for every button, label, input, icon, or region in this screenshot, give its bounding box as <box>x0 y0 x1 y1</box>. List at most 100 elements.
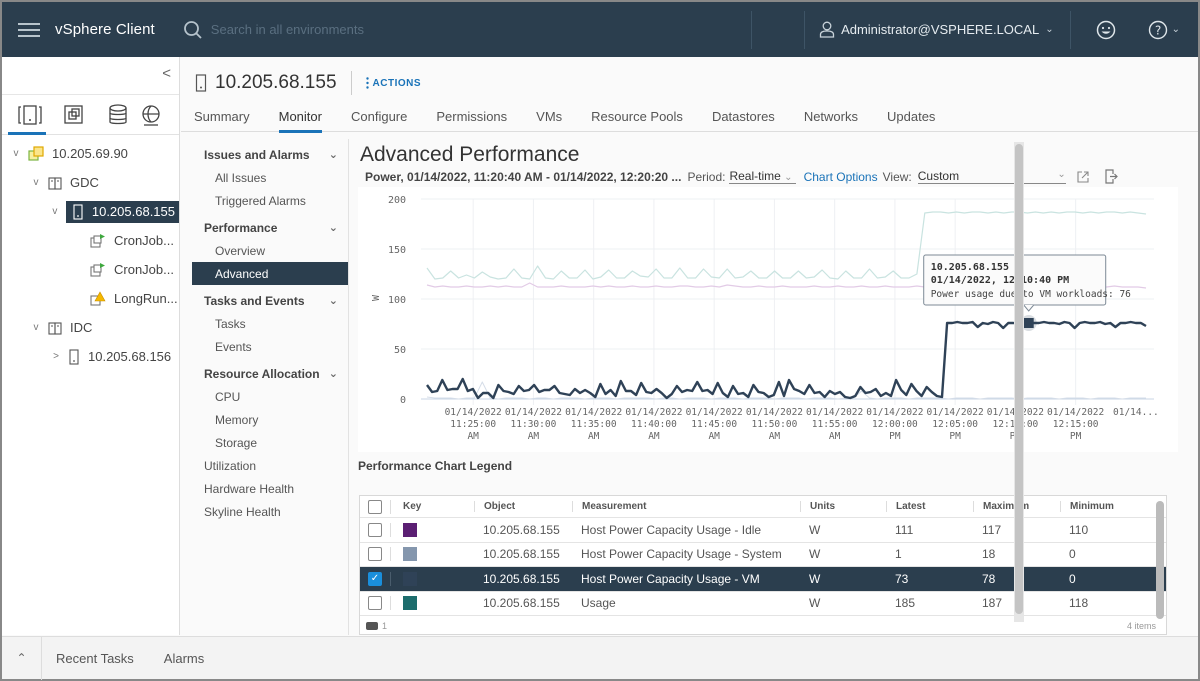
menu-icon[interactable] <box>18 22 40 37</box>
legend-row[interactable]: ✓ 10.205.68.155 Host Power Capacity Usage … <box>360 567 1166 592</box>
column-header-latest[interactable]: Latest <box>886 501 973 512</box>
menu-item-skyline-health[interactable]: Skyline Health <box>192 500 348 523</box>
tab-monitor[interactable]: Monitor <box>278 99 323 133</box>
tab-datastores[interactable]: Datastores <box>712 99 775 132</box>
row-checkbox[interactable] <box>368 547 382 562</box>
collapse-navigator-button[interactable]: < <box>2 57 179 95</box>
menu-item-events[interactable]: Events <box>192 335 348 358</box>
column-header-minimum[interactable]: Minimum <box>1060 501 1138 512</box>
column-header-units[interactable]: Units <box>800 501 886 512</box>
menu-item-overview[interactable]: Overview <box>192 239 348 262</box>
tree-node-vm[interactable]: CronJob... <box>2 255 179 284</box>
tree-node-vm[interactable]: CronJob... <box>2 226 179 255</box>
popout-icon[interactable] <box>1076 170 1090 184</box>
menu-item-storage[interactable]: Storage <box>192 431 348 454</box>
tab-hosts-and-clusters[interactable] <box>8 95 52 135</box>
alarms-tab[interactable]: Alarms <box>164 651 204 666</box>
chevron-down-icon[interactable]: v <box>50 206 60 217</box>
tree-node-vm[interactable]: LongRun... <box>2 284 179 313</box>
menu-item-tasks[interactable]: Tasks <box>192 312 348 335</box>
y-axis-label: W <box>371 294 382 301</box>
menu-item-advanced[interactable]: Advanced <box>192 262 348 285</box>
header-divider <box>804 10 806 49</box>
search-input[interactable] <box>210 22 591 37</box>
tree-node-host-selected[interactable]: v 10.205.68.155 <box>2 197 179 226</box>
tree-node-label: 10.205.68.155 <box>91 204 175 219</box>
user-menu[interactable]: Administrator@VSPHERE.LOCAL ⌄ <box>819 21 1054 38</box>
performance-chart[interactable]: 0 50 100 150 200 W 01/14/2022 11:25:00 AM 01/14/2… <box>358 187 1178 452</box>
x-tick-label: AM <box>648 431 660 442</box>
legend-row[interactable]: 10.205.68.155 Host Power Capacity Usage -… <box>360 543 1166 567</box>
column-header-object[interactable]: Object <box>474 501 572 512</box>
x-tick-label: PM <box>949 431 961 442</box>
x-tick-label: PM <box>889 431 901 442</box>
column-header-measurement[interactable]: Measurement <box>572 501 800 512</box>
row-checkbox[interactable] <box>368 522 382 537</box>
tooltip-pointer <box>1023 304 1035 312</box>
menu-item-all-issues[interactable]: All Issues <box>192 166 348 189</box>
app-title: vSphere Client <box>55 21 155 38</box>
x-tick-label: 11:30:00 <box>511 419 557 430</box>
menu-item-utilization[interactable]: Utilization <box>192 454 348 477</box>
row-checkbox[interactable]: ✓ <box>368 571 382 586</box>
panel-scrollbar[interactable] <box>1014 142 1024 622</box>
kebab-icon <box>365 77 369 89</box>
expand-panel-button[interactable]: ⌃ <box>2 636 42 680</box>
smiley-icon[interactable] <box>1096 20 1116 40</box>
cell-measurement: Host Power Capacity Usage - Idle <box>581 522 762 537</box>
x-tick-label: 11:40:00 <box>631 419 677 430</box>
global-search[interactable] <box>183 20 591 40</box>
help-menu[interactable]: ? ⌄ <box>1148 20 1180 40</box>
menu-item-triggered-alarms[interactable]: Triggered Alarms <box>192 189 348 212</box>
vcenter-icon <box>28 145 44 162</box>
legend-scrollbar[interactable] <box>1156 501 1164 619</box>
menu-group-label: Issues and Alarms <box>204 147 310 162</box>
tab-permissions[interactable]: Permissions <box>436 99 507 132</box>
tab-summary[interactable]: Summary <box>194 99 250 132</box>
series-line-host-power-capacity-usage-vm <box>426 320 1147 400</box>
column-toggle-icon[interactable] <box>366 622 378 630</box>
chevron-down-icon[interactable]: v <box>30 322 42 333</box>
row-checkbox[interactable] <box>368 596 382 611</box>
tab-vms[interactable]: VMs <box>536 99 562 132</box>
actions-button[interactable]: ACTIONS <box>365 77 422 89</box>
tree-node-vcenter[interactable]: v 10.205.69.90 <box>2 139 179 168</box>
tab-resource-pools[interactable]: Resource Pools <box>591 99 683 132</box>
period-select[interactable]: Real-time ⌄ <box>729 169 796 184</box>
menu-group-resource-allocation[interactable]: Resource Allocation ⌄ <box>192 362 348 385</box>
view-select[interactable]: Custom ⌄ <box>917 169 1066 184</box>
export-icon[interactable] <box>1104 169 1118 184</box>
select-all-checkbox[interactable] <box>368 499 382 514</box>
menu-item-cpu[interactable]: CPU <box>192 385 348 408</box>
advanced-performance-panel: Advanced Performance Power, 01/14/2022, … <box>358 139 1186 635</box>
menu-group-performance[interactable]: Performance ⌄ <box>192 216 348 239</box>
chevron-down-icon[interactable]: v <box>30 177 42 188</box>
cell-object: 10.205.68.155 <box>483 547 560 562</box>
tab-updates[interactable]: Updates <box>887 99 935 132</box>
tab-vms-and-templates[interactable] <box>52 95 96 135</box>
legend-row[interactable]: 10.205.68.155 Host Power Capacity Usage -… <box>360 518 1166 543</box>
menu-group-tasks-events[interactable]: Tasks and Events ⌄ <box>192 289 348 312</box>
tree-node-datacenter[interactable]: v GDC <box>2 168 179 197</box>
menu-item-memory[interactable]: Memory <box>192 408 348 431</box>
menu-item-hardware-health[interactable]: Hardware Health <box>192 477 348 500</box>
tab-networks[interactable]: Networks <box>804 99 858 132</box>
tab-configure[interactable]: Configure <box>351 99 407 132</box>
legend-row[interactable]: 10.205.68.155 Usage W 185 187 118 <box>360 592 1166 616</box>
chevron-right-icon[interactable]: > <box>50 351 62 362</box>
host-icon <box>68 348 80 365</box>
column-header-key[interactable]: Key <box>390 499 474 514</box>
period-value: Real-time <box>729 169 781 183</box>
series-key <box>390 571 474 586</box>
menu-group-issues-alarms[interactable]: Issues and Alarms ⌄ <box>192 143 348 166</box>
tree-node-host[interactable]: > 10.205.68.156 <box>2 342 179 371</box>
tab-storage[interactable] <box>96 95 140 135</box>
chart-options-link[interactable]: Chart Options <box>804 170 878 184</box>
recent-tasks-tab[interactable]: Recent Tasks <box>56 651 134 666</box>
y-tick-label: 200 <box>388 195 406 206</box>
tab-networking[interactable] <box>140 95 162 135</box>
x-tick-label: AM <box>528 431 540 442</box>
chevron-down-icon[interactable]: v <box>10 148 22 159</box>
panel-scrollbar-thumb[interactable] <box>1015 144 1023 614</box>
tree-node-datacenter[interactable]: v IDC <box>2 313 179 342</box>
